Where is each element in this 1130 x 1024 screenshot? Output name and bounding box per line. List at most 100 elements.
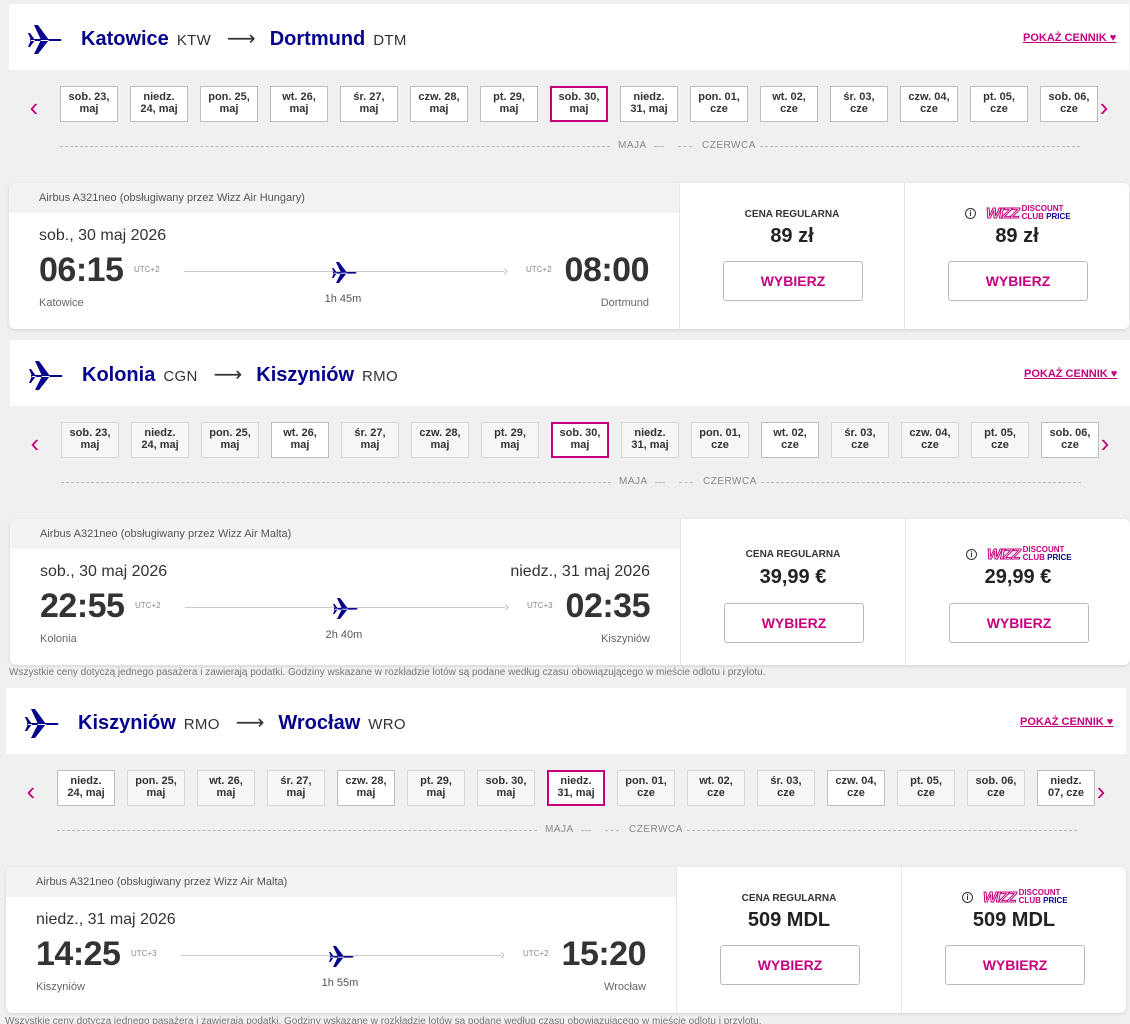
date-tile-month: cze — [990, 103, 1008, 115]
date-tile[interactable]: śr. 03, cze — [831, 422, 889, 458]
select-regular-button[interactable]: WYBIERZ — [720, 945, 860, 985]
date-tile[interactable]: pt. 05, cze — [897, 770, 955, 806]
date-tile[interactable]: sob. 30, maj — [550, 86, 608, 122]
date-tile[interactable]: niedz. 24, maj — [130, 86, 188, 122]
show-fares-link[interactable]: POKAŻ CENNIK ♥ — [1023, 32, 1116, 44]
to-code: RMO — [362, 368, 398, 385]
arrival-time: 02:35 — [565, 587, 651, 625]
date-tile[interactable]: śr. 27, maj — [341, 422, 399, 458]
select-club-button[interactable]: WYBIERZ — [945, 945, 1085, 985]
info-icon[interactable]: i — [962, 891, 973, 903]
chevron-left-icon[interactable]: ‹ — [21, 776, 41, 806]
date-tile[interactable]: pon. 25, maj — [201, 422, 259, 458]
flight-section-3: Kiszyniów RMO ⟶ Wrocław WRO POKAŻ CENNIK… — [0, 684, 1130, 1024]
date-tile[interactable]: czw. 04, cze — [901, 422, 959, 458]
date-tile[interactable]: czw. 28, maj — [410, 86, 468, 122]
date-tile[interactable]: pt. 29, maj — [481, 422, 539, 458]
date-tile[interactable]: śr. 27, maj — [340, 86, 398, 122]
chevron-right-icon[interactable]: › — [1095, 428, 1115, 458]
route-title: Kolonia CGN ⟶ Kiszyniów RMO — [82, 362, 398, 387]
select-club-button[interactable]: WYBIERZ — [949, 603, 1089, 643]
chevron-left-icon[interactable]: ‹ — [25, 428, 45, 458]
date-tile-day: pt. 29, — [493, 91, 525, 103]
to-city: Dortmund — [269, 28, 366, 50]
departure-city: Kiszyniów — [36, 981, 85, 993]
date-tile-month: cze — [847, 787, 865, 799]
date-strip: ‹ sob. 23, maj niedz. 24, maj pon. 25, maj wt.… — [0, 84, 1130, 151]
date-tile[interactable]: pon. 01, cze — [690, 86, 748, 122]
date-tile[interactable]: pon. 01, cze — [617, 770, 675, 806]
date-tile-day: niedz. — [70, 775, 102, 787]
date-tile-month: cze — [637, 787, 655, 799]
date-tile[interactable]: pt. 29, maj — [407, 770, 465, 806]
date-tile[interactable]: wt. 26, maj — [271, 422, 329, 458]
date-tile-month: maj — [499, 103, 519, 115]
date-tile-day: czw. 28, — [345, 775, 387, 787]
date-tile[interactable]: pon. 25, maj — [200, 86, 258, 122]
date-tile[interactable]: czw. 28, maj — [337, 770, 395, 806]
select-regular-button[interactable]: WYBIERZ — [723, 261, 863, 301]
date-tile[interactable]: sob. 30, maj — [477, 770, 535, 806]
date-tile-month: 24, maj — [140, 103, 178, 115]
month-label-right: CZERWCA — [703, 476, 757, 487]
date-tile[interactable]: śr. 27, maj — [267, 770, 325, 806]
date-tile[interactable]: sob. 23, maj — [61, 422, 119, 458]
date-tile[interactable]: niedz. 31, maj — [620, 86, 678, 122]
date-tile-day: niedz. — [1050, 775, 1082, 787]
date-tile-month: maj — [289, 103, 309, 115]
date-tile[interactable]: wt. 02, cze — [760, 86, 818, 122]
date-tile[interactable]: niedz. 24, maj — [131, 422, 189, 458]
date-tile[interactable]: wt. 26, maj — [270, 86, 328, 122]
departure-time: 22:55 — [40, 587, 125, 625]
select-club-button[interactable]: WYBIERZ — [948, 261, 1088, 301]
date-tile[interactable]: sob. 30, maj — [551, 422, 609, 458]
date-tile[interactable]: sob. 23, maj — [60, 86, 118, 122]
to-city: Kiszyniów — [256, 364, 355, 386]
arrival-time: 08:00 — [564, 251, 650, 289]
month-label-left: MAJA — [619, 476, 648, 487]
date-tile[interactable]: niedz. 31, maj — [547, 770, 605, 806]
date-tile[interactable]: wt. 26, maj — [197, 770, 255, 806]
date-tile[interactable]: czw. 28, maj — [411, 422, 469, 458]
date-tile-day: pt. 29, — [420, 775, 452, 787]
airplane-icon — [28, 25, 62, 54]
date-tile-month: 31, maj — [557, 787, 595, 799]
club-price-column: i WIZZ DISCOUNT CLUB PRICE 29,99 € WYBIER… — [905, 519, 1130, 665]
date-tile[interactable]: niedz. 24, maj — [57, 770, 115, 806]
date-tile[interactable]: sob. 06, cze — [1041, 422, 1099, 458]
date-tile-day: śr. 27, — [353, 91, 385, 103]
show-fares-link[interactable]: POKAŻ CENNIK ♥ — [1020, 716, 1113, 728]
info-icon[interactable]: i — [966, 548, 977, 560]
chevron-right-icon[interactable]: › — [1094, 92, 1114, 122]
date-tile[interactable]: niedz. 07, cze — [1037, 770, 1095, 806]
date-tile[interactable]: czw. 04, cze — [900, 86, 958, 122]
date-tile[interactable]: sob. 06, cze — [1040, 86, 1098, 122]
select-regular-button[interactable]: WYBIERZ — [724, 603, 864, 643]
date-tile-day: niedz. — [560, 775, 592, 787]
date-tile[interactable]: śr. 03, cze — [757, 770, 815, 806]
date-tile[interactable]: pon. 25, maj — [127, 770, 185, 806]
date-tile[interactable]: pon. 01, cze — [691, 422, 749, 458]
club-price: 29,99 € — [984, 566, 1052, 588]
chevron-left-icon[interactable]: ‹ — [24, 92, 44, 122]
route-arrow-icon: ⟶ — [235, 712, 265, 734]
departure-time: 06:15 — [39, 251, 124, 289]
date-tile[interactable]: pt. 29, maj — [480, 86, 538, 122]
date-tile[interactable]: sob. 06, cze — [967, 770, 1025, 806]
date-tile[interactable]: czw. 04, cze — [827, 770, 885, 806]
date-tile[interactable]: wt. 02, cze — [761, 422, 819, 458]
date-tile[interactable]: wt. 02, cze — [687, 770, 745, 806]
info-icon[interactable]: i — [965, 207, 976, 219]
arrival-utc: UTC+2 — [523, 949, 549, 958]
date-tile[interactable]: niedz. 31, maj — [621, 422, 679, 458]
month-label-right: CZERWCA — [702, 140, 756, 151]
date-tile-day: niedz. — [144, 427, 176, 439]
date-tile[interactable]: pt. 05, cze — [971, 422, 1029, 458]
date-tile[interactable]: śr. 03, cze — [830, 86, 888, 122]
arrival-time: 15:20 — [561, 935, 647, 973]
date-tile[interactable]: pt. 05, cze — [970, 86, 1028, 122]
date-tile-day: wt. 26, — [209, 775, 243, 787]
show-fares-link[interactable]: POKAŻ CENNIK ♥ — [1024, 368, 1117, 380]
chevron-right-icon[interactable]: › — [1091, 776, 1111, 806]
date-tile-month: cze — [781, 439, 799, 451]
